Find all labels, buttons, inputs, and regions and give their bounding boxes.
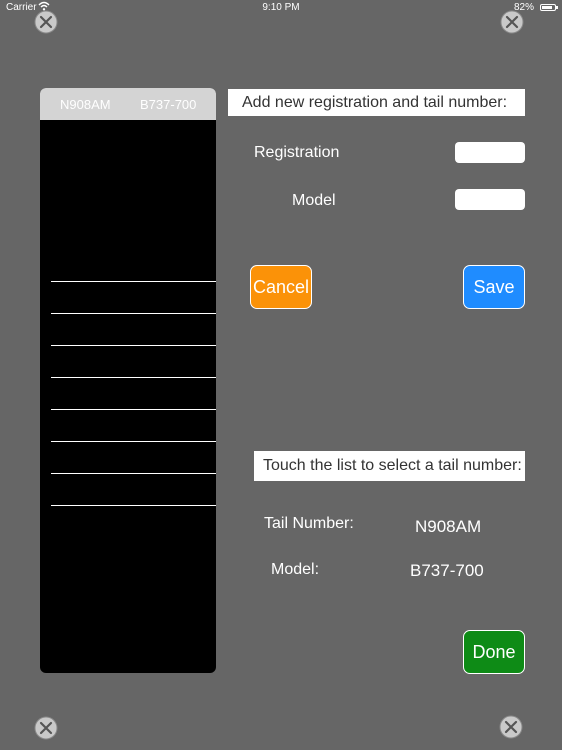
model-label: Model [292, 192, 336, 209]
tail-number-label: Tail Number: [264, 515, 354, 532]
list-separator [51, 409, 216, 410]
battery-icon [540, 4, 558, 11]
save-button[interactable]: Save [463, 265, 525, 309]
screw-icon [500, 10, 524, 34]
status-time: 9:10 PM [262, 2, 300, 13]
list-row-selected[interactable]: N908AM B737-700 [40, 88, 216, 120]
tail-number-list[interactable]: N908AM B737-700 [40, 88, 216, 673]
list-row-model: B737-700 [140, 97, 197, 112]
add-registration-title: Add new registration and tail number: [228, 89, 525, 116]
list-separator [51, 345, 216, 346]
screw-icon [34, 10, 58, 34]
tail-number-value: N908AM [415, 517, 482, 536]
list-separator [51, 377, 216, 378]
registration-label: Registration [254, 144, 340, 161]
screw-icon [499, 715, 523, 739]
list-separator [51, 505, 216, 506]
status-bar: Carrier 9:10 PM 82% [0, 0, 562, 16]
list-separator [51, 441, 216, 442]
list-separator [51, 281, 216, 282]
selected-model-label: Model: [271, 561, 320, 578]
list-row-registration: N908AM [60, 97, 111, 112]
model-input[interactable] [455, 189, 525, 210]
select-tail-title: Touch the list to select a tail number: [254, 451, 525, 481]
list-separator [51, 313, 216, 314]
selected-model-value: B737-700 [410, 561, 484, 580]
cancel-button[interactable]: Cancel [250, 265, 312, 309]
list-separator [51, 473, 216, 474]
screw-icon [34, 716, 58, 740]
registration-input[interactable] [455, 142, 525, 163]
done-button[interactable]: Done [463, 630, 525, 674]
